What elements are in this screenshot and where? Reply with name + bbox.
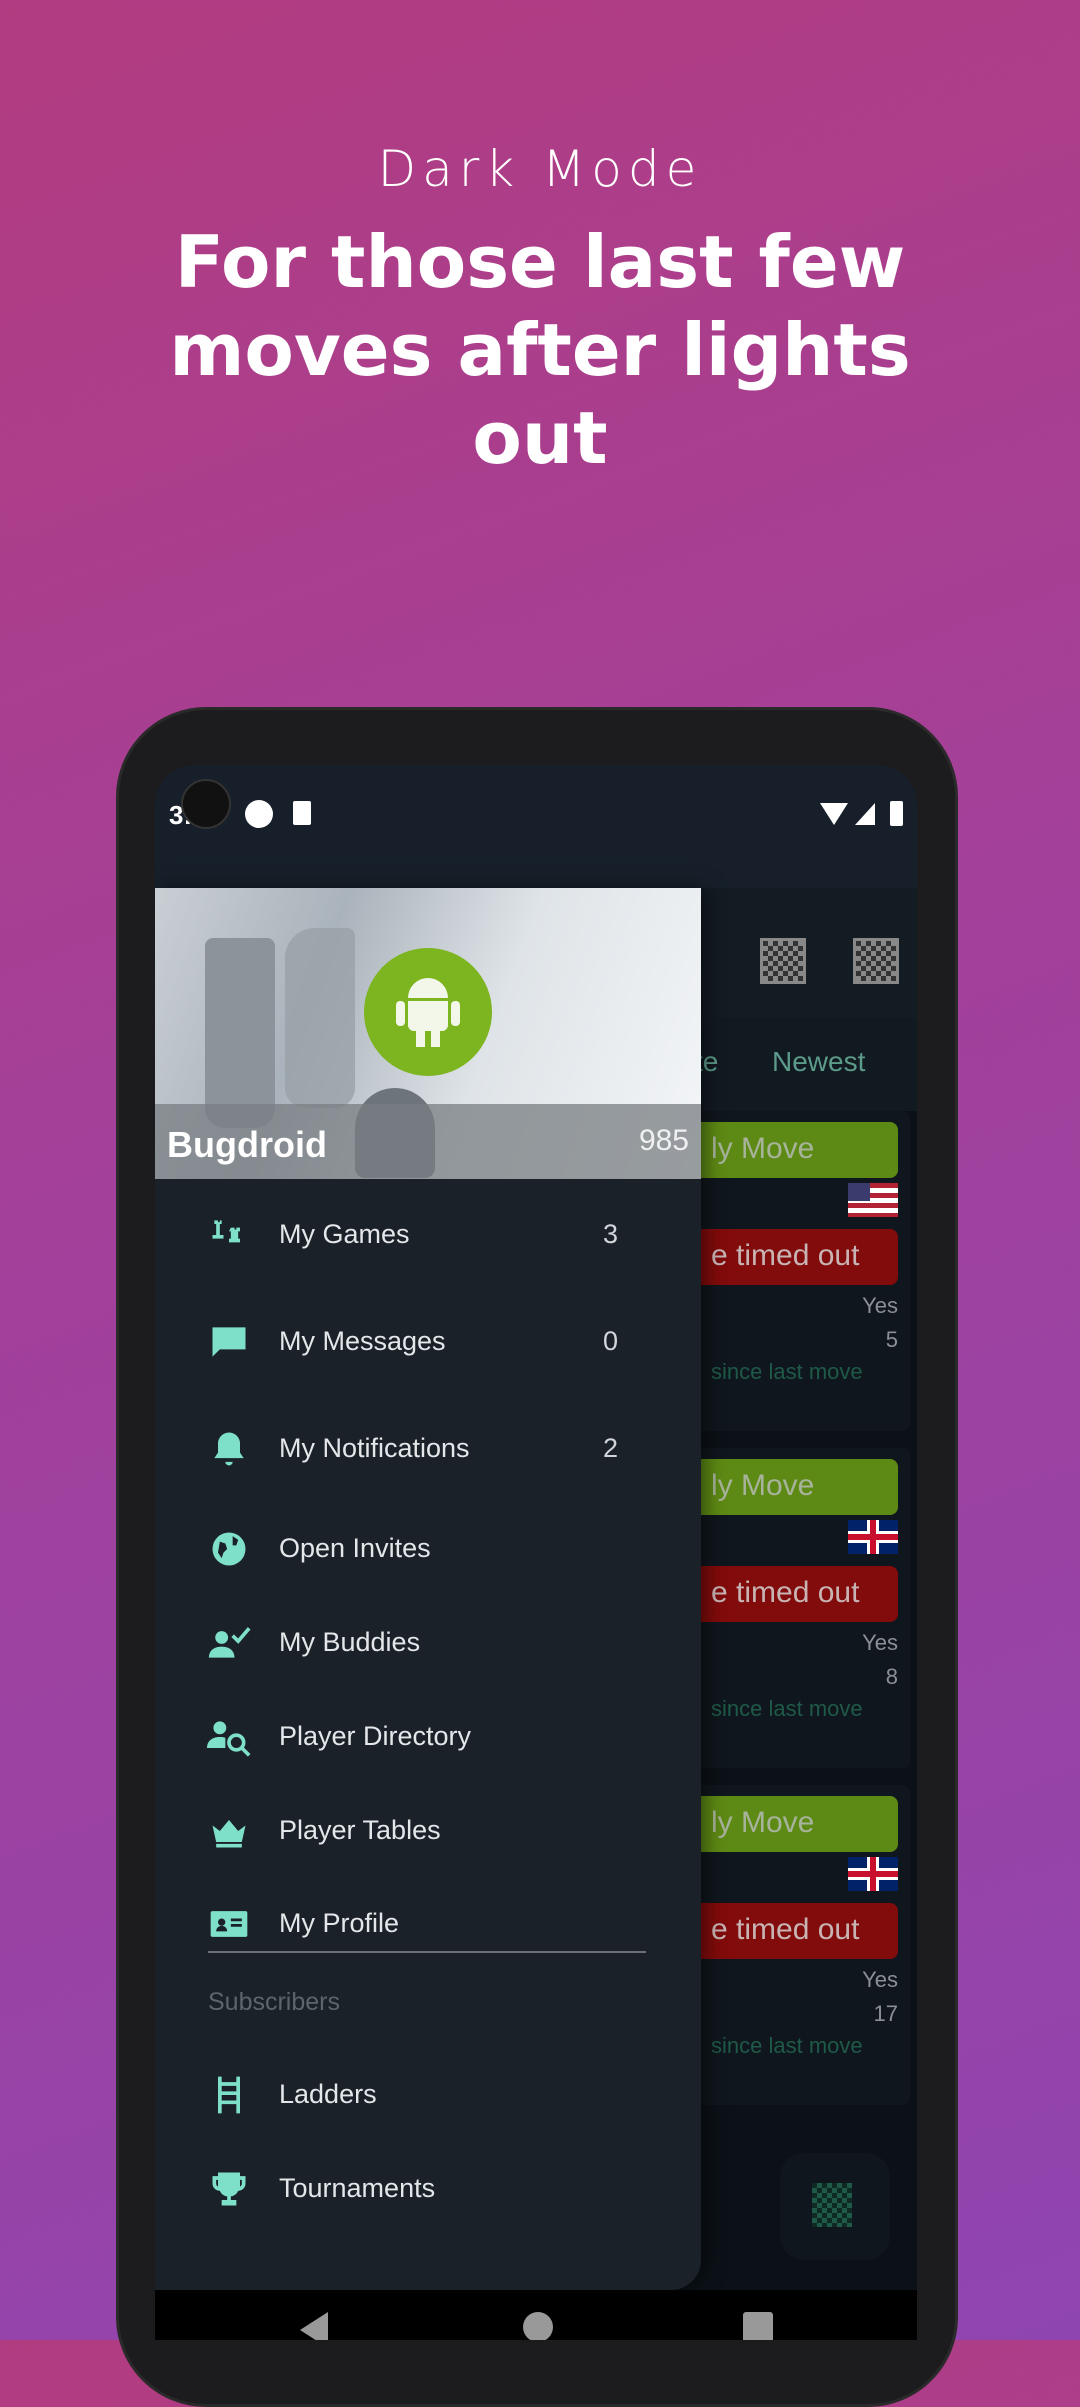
- action-label: ly Move: [711, 1132, 815, 1165]
- flag-us-icon: [848, 1183, 898, 1217]
- phone-screen: 3: te Newest ly Move e timed out Yes 5 s…: [155, 765, 917, 2340]
- new-game-fab[interactable]: [780, 2153, 890, 2260]
- item-label: Player Directory: [279, 1721, 472, 1751]
- drawer-item-my-buddies[interactable]: My Buddies: [155, 1603, 701, 1683]
- item-label: Open Invites: [279, 1533, 431, 1563]
- battery-icon: [890, 801, 903, 826]
- game-count: 5: [885, 1327, 898, 1352]
- item-count: 0: [603, 1326, 619, 1356]
- person-check-icon: [208, 1627, 251, 1658]
- game-yes: Yes: [862, 1293, 898, 1318]
- notification-icon: [245, 800, 273, 828]
- item-label: My Games: [279, 1219, 410, 1249]
- new-game-icon[interactable]: [853, 938, 899, 984]
- trophy-icon: [212, 2172, 246, 2206]
- status-bar: 3:: [155, 765, 917, 888]
- game-since: since last move: [711, 1359, 863, 1384]
- user-name: Bugdroid: [167, 1124, 327, 1165]
- item-label: Tournaments: [279, 2173, 436, 2203]
- crown-icon: [212, 1820, 246, 1848]
- recents-icon[interactable]: [743, 2312, 773, 2340]
- drawer-item-tournaments[interactable]: Tournaments: [155, 2149, 701, 2229]
- android-icon: [396, 978, 460, 1048]
- new-game-icon: [812, 2183, 852, 2227]
- item-count: 2: [603, 1433, 619, 1463]
- promo-headline: For those last few moves after lights ou…: [169, 220, 911, 480]
- globe-icon: [212, 1532, 246, 1566]
- avatar[interactable]: [364, 948, 492, 1076]
- item-label: My Profile: [279, 1908, 400, 1938]
- id-card-icon: [210, 1911, 248, 1937]
- user-rating: 985: [638, 1124, 689, 1157]
- item-label: My Messages: [279, 1326, 446, 1356]
- status-label: e timed out: [711, 1239, 860, 1272]
- person-search-icon: [207, 1721, 251, 1757]
- item-label: Ladders: [279, 2079, 377, 2109]
- game-count: 8: [885, 1664, 898, 1689]
- item-label: My Notifications: [279, 1433, 470, 1463]
- drawer-item-ladders[interactable]: Ladders: [155, 2055, 701, 2135]
- wifi-icon: [820, 803, 848, 825]
- tab-newest[interactable]: Newest: [772, 1046, 865, 1078]
- game-since: since last move: [711, 1696, 863, 1721]
- status-label: e timed out: [711, 1913, 860, 1946]
- drawer-item-my-notifications[interactable]: My Notifications 2: [155, 1409, 701, 1489]
- drawer-item-my-games[interactable]: My Games 3: [155, 1195, 701, 1275]
- bell-icon: [214, 1432, 244, 1466]
- sd-card-icon: [293, 801, 311, 825]
- drawer-item-open-invites[interactable]: Open Invites: [155, 1509, 701, 1589]
- item-label: My Buddies: [279, 1627, 421, 1657]
- section-subscribers: Subscribers: [208, 1988, 340, 2016]
- signal-icon: [855, 803, 875, 825]
- home-icon[interactable]: [523, 2312, 553, 2340]
- chess-rook-image: [205, 938, 275, 1128]
- flag-uk-icon: [848, 1857, 898, 1891]
- back-icon[interactable]: [300, 2312, 328, 2340]
- chess-knight-image: [285, 928, 355, 1108]
- status-label: e timed out: [711, 1576, 860, 1609]
- game-count: 17: [873, 2001, 898, 2026]
- item-count: 3: [603, 1219, 619, 1249]
- system-nav-bar: [155, 2290, 917, 2340]
- message-icon: [212, 1327, 246, 1357]
- drawer-item-player-directory[interactable]: Player Directory: [155, 1697, 701, 1777]
- action-label: ly Move: [711, 1469, 815, 1502]
- promo-subtitle: Dark Mode: [377, 140, 703, 198]
- game-since: since last move: [711, 2033, 863, 2058]
- drawer-item-my-messages[interactable]: My Messages 0: [155, 1302, 701, 1382]
- camera-icon: [181, 779, 231, 829]
- game-yes: Yes: [862, 1630, 898, 1655]
- user-bar: Bugdroid 985: [155, 1104, 701, 1179]
- facebook-board-icon[interactable]: [760, 938, 806, 984]
- ladder-icon: [218, 2076, 240, 2114]
- drawer-header: Bugdroid 985: [155, 888, 701, 1179]
- game-yes: Yes: [862, 1967, 898, 1992]
- item-label: Player Tables: [279, 1815, 441, 1845]
- drawer-item-player-tables[interactable]: Player Tables: [155, 1791, 701, 1871]
- drawer-divider: [208, 1951, 646, 1953]
- flag-uk-icon: [848, 1520, 898, 1554]
- navigation-drawer: Bugdroid 985 My Games 3 My Messages 0 My…: [155, 888, 701, 2290]
- action-label: ly Move: [711, 1806, 815, 1839]
- chess-pieces-icon: [212, 1220, 240, 1243]
